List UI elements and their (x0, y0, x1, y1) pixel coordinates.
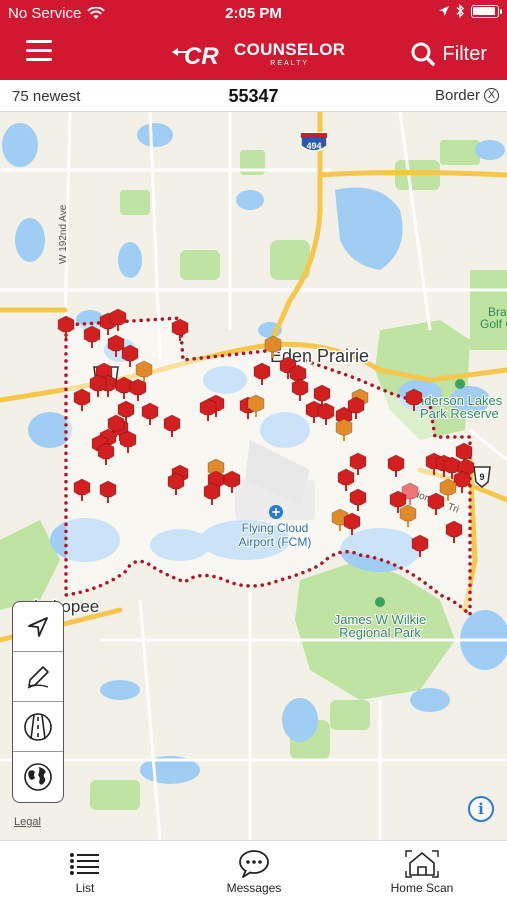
label-anderson-2: Park Reserve (420, 406, 499, 421)
brand-subtitle: REALTY (270, 60, 310, 67)
globe-icon (24, 763, 52, 791)
park-marker-icon (375, 597, 385, 607)
tab-messages-label: Messages (226, 881, 282, 895)
svg-text:CR: CR (184, 43, 219, 70)
tab-list[interactable]: List (25, 847, 145, 895)
map-view[interactable]: 494 212 9 Eden Prairie hakopee nderson L… (0, 112, 507, 840)
location-arrow-icon (439, 6, 449, 16)
legal-link[interactable]: Legal (14, 816, 41, 828)
filter-button[interactable]: Filter (411, 42, 487, 66)
results-bar: 75 newest 55347 Border X (0, 80, 507, 112)
search-icon (411, 42, 435, 66)
tab-home-scan-label: Home Scan (390, 881, 454, 895)
menu-button[interactable] (26, 40, 52, 62)
app-header: No Service 2:05 PM CR COUNSELOR REALTY F… (0, 0, 507, 80)
label-airport-1: Flying Cloud (242, 521, 309, 535)
draw-border-button[interactable] (13, 652, 63, 702)
home-scan-icon (405, 850, 439, 878)
filter-label: Filter (442, 42, 487, 65)
counselor-realty-logo: CR COUNSELOR REALTY (170, 38, 350, 70)
cr-logo-mark: CR (172, 43, 219, 70)
road-icon (24, 712, 52, 741)
status-bar: No Service 2:05 PM (0, 0, 507, 28)
hwy-169-label: 9 (479, 472, 484, 482)
label-road-192: W 192nd Ave (58, 204, 69, 264)
pencil-icon (27, 665, 49, 689)
hwy-494-label: 494 (306, 141, 321, 151)
brand-name: COUNSELOR (234, 40, 346, 59)
tab-list-label: List (75, 881, 95, 895)
label-airport-2: Airport (FCM) (239, 535, 312, 549)
tab-messages[interactable]: Messages (194, 847, 314, 895)
tab-bar: List Messages Home Scan (0, 840, 507, 900)
label-wilkie-2: Regional Park (339, 625, 421, 640)
messages-icon (239, 850, 269, 878)
label-golf-2: Golf C (480, 317, 507, 331)
hwy-494-shield: 494 (300, 132, 328, 152)
bluetooth-icon (456, 4, 464, 18)
close-circle-icon: X (484, 88, 499, 103)
list-icon (70, 853, 99, 875)
battery-icon (471, 4, 502, 18)
status-time: 2:05 PM (225, 5, 282, 22)
border-toggle-button[interactable]: Border X (435, 87, 499, 104)
map-info-button[interactable]: i (468, 796, 494, 822)
border-label: Border (434, 87, 480, 104)
map-type-button[interactable] (13, 702, 63, 752)
zip-code-title: 55347 (228, 86, 279, 106)
locate-button[interactable] (13, 602, 63, 652)
satellite-button[interactable] (13, 752, 63, 802)
tab-home-scan[interactable]: Home Scan (362, 847, 482, 895)
map-tools (12, 601, 64, 803)
park-marker-icon (455, 379, 465, 389)
map-canvas: 494 212 9 Eden Prairie hakopee nderson L… (0, 112, 507, 840)
location-arrow-icon (28, 616, 48, 637)
